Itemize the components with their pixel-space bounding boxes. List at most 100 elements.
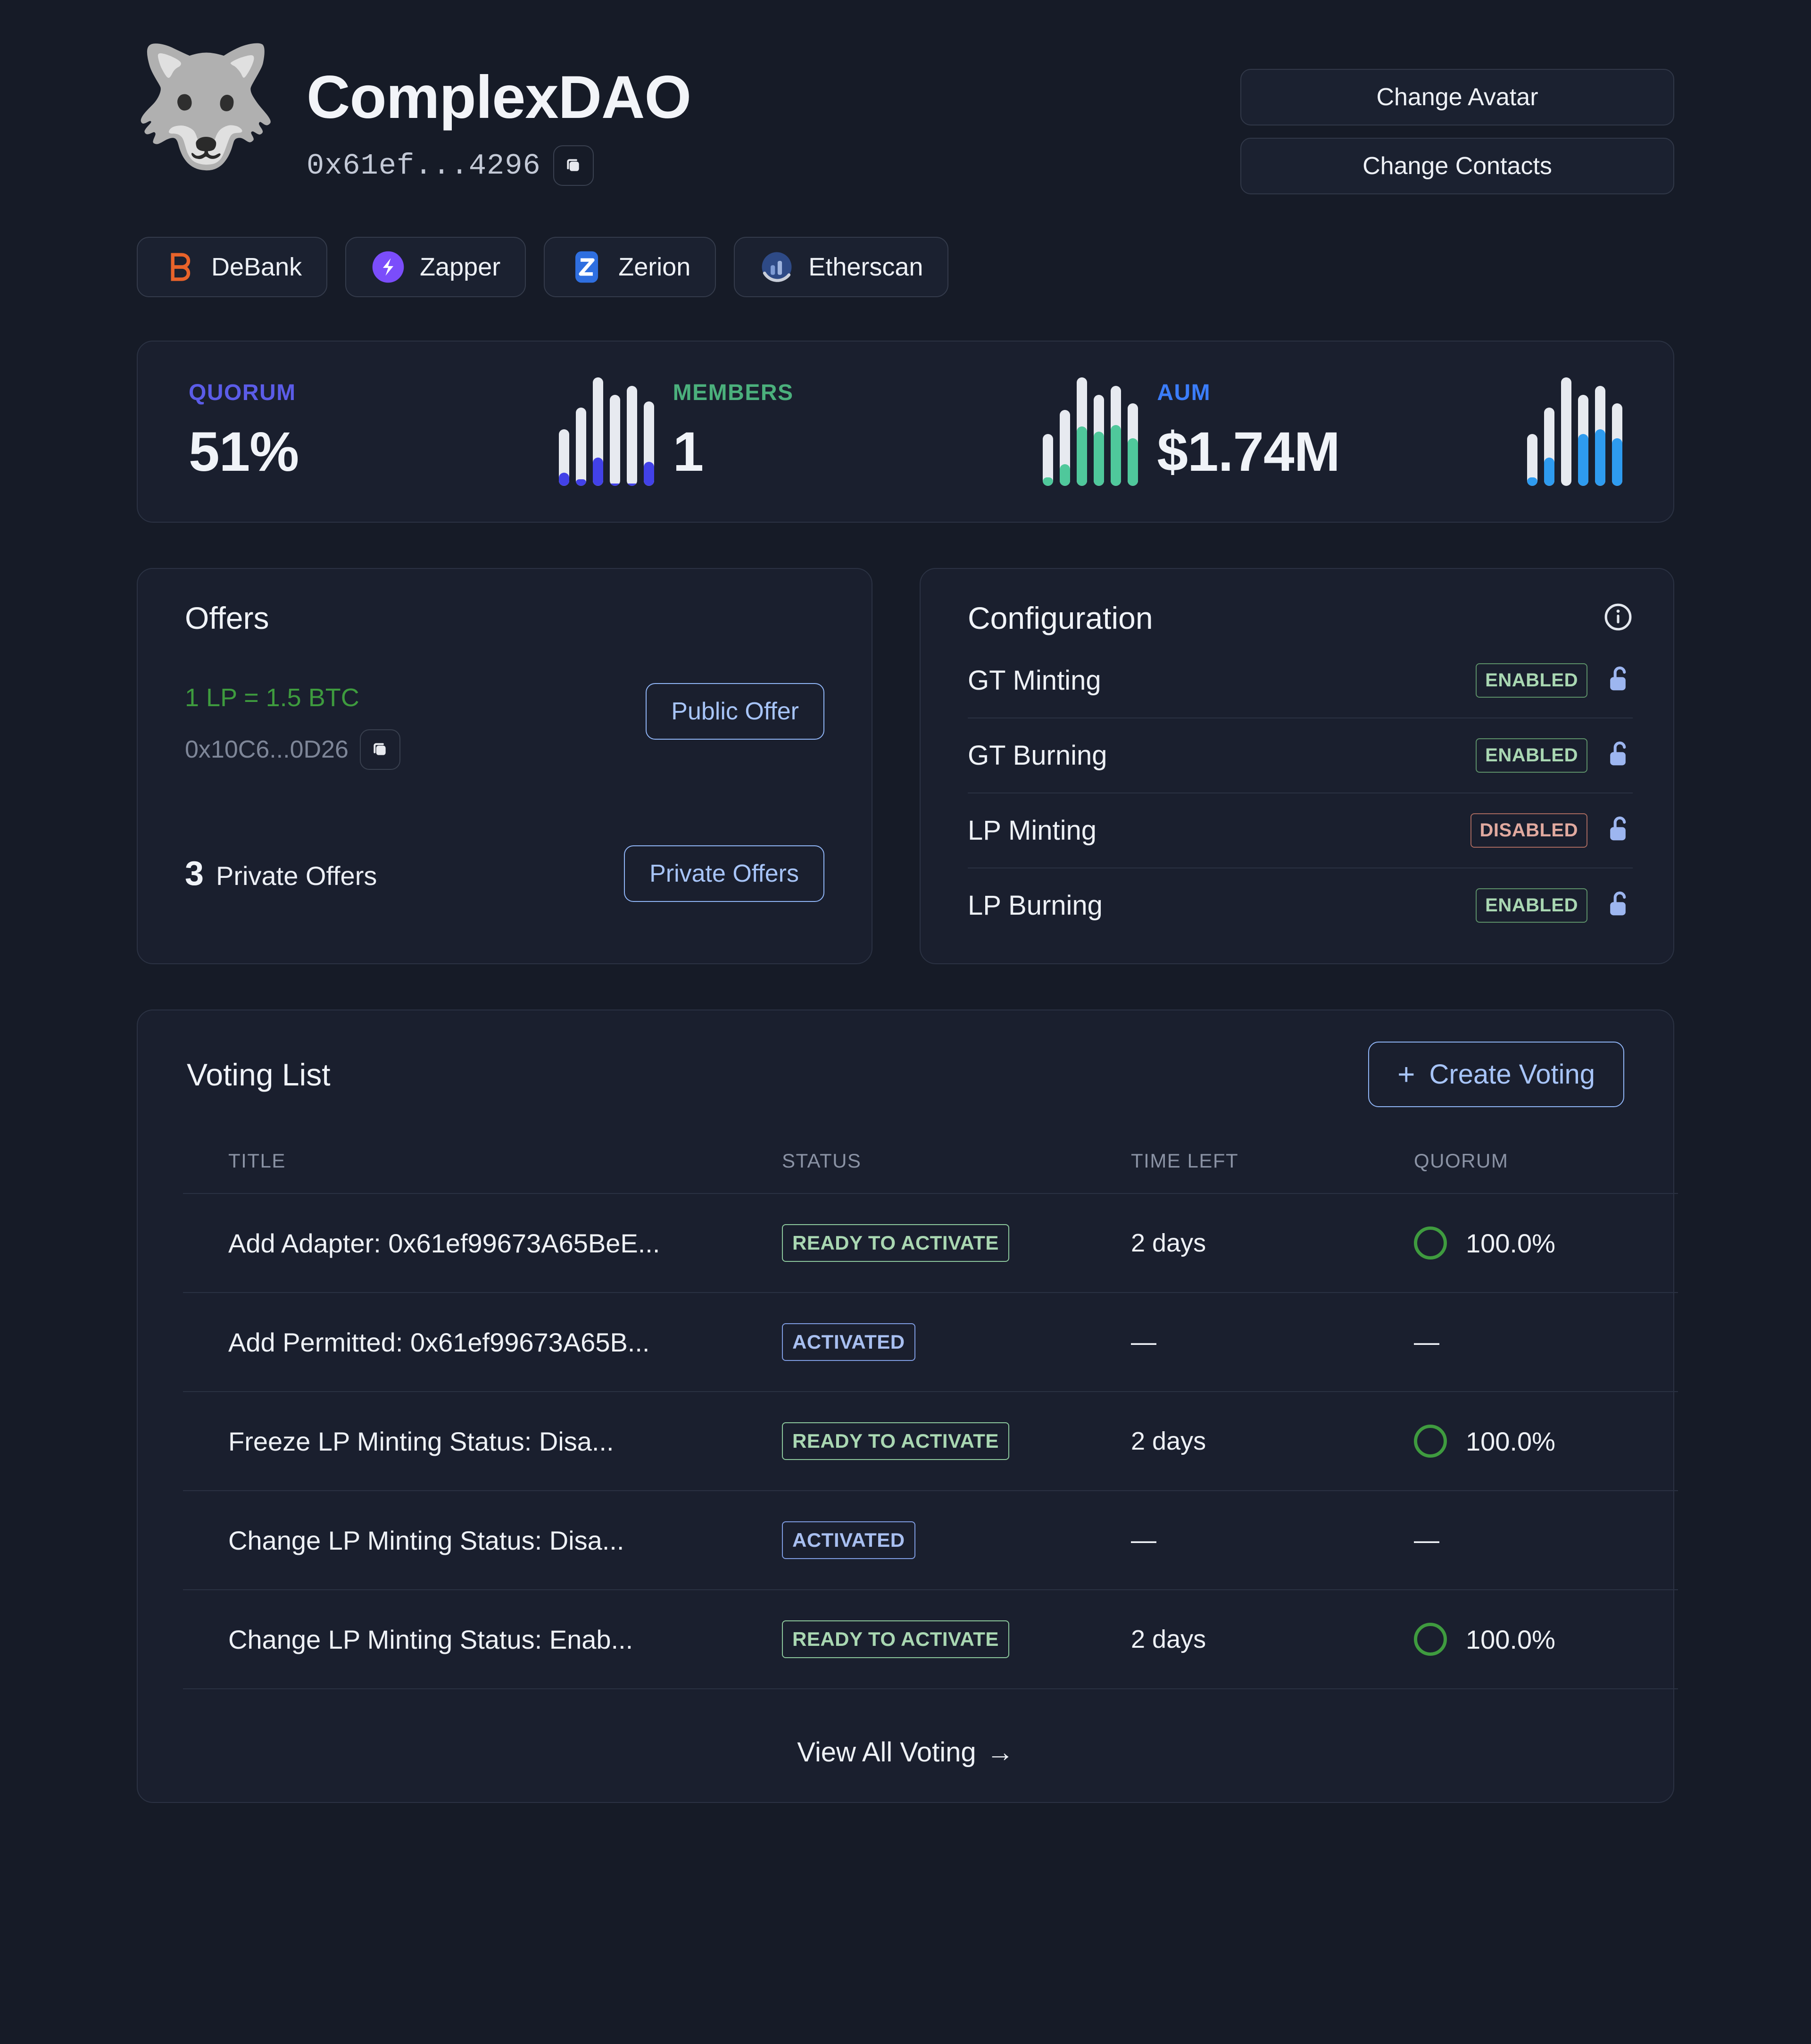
status-badge: DISABLED [1470,813,1587,848]
configuration-card: Configuration GT Minting ENABLED GT Burnin… [920,568,1674,964]
table-row[interactable]: Add Adapter: 0x61ef99673A65BeE... READY T… [183,1193,1678,1293]
link-chip-zerion[interactable]: Zerion [544,237,716,297]
public-offer-button[interactable]: Public Offer [646,683,824,740]
wolf-face-emoji-icon[interactable]: 🐺 [132,38,278,175]
configuration-row: LP Burning ENABLED [968,868,1633,932]
configuration-row-label: GT Burning [968,740,1107,771]
dao-address-row: 0x61ef...4296 [307,145,691,186]
private-offers-button[interactable]: Private Offers [624,845,824,902]
unlock-icon [1610,891,1626,916]
debank-icon [162,250,197,284]
sparkline-bar [626,386,637,486]
voting-list-title: Voting List [187,1057,331,1092]
dao-dashboard-page: 🐺 ComplexDAO 0x61ef...4296 Change Avatar… [0,0,1811,2044]
offers-card: Offers 1 LP = 1.5 BTC 0x10C6...0D26 Publ… [137,568,872,964]
sparkline-bar [643,401,654,486]
status-badge: ENABLED [1476,738,1587,773]
stat-label: QUORUM [189,380,296,405]
voting-title: Add Permitted: 0x61ef99673A65B... [228,1327,650,1357]
link-chip-etherscan[interactable]: Etherscan [734,237,949,297]
table-row[interactable]: Add Permitted: 0x61ef99673A65B... ACTIVAT… [183,1293,1678,1392]
stat-label: AUM [1157,380,1211,405]
unlock-icon [1610,741,1626,766]
unlock-icon-wrap[interactable] [1606,664,1633,697]
voting-title: Change LP Minting Status: Enab... [228,1624,633,1654]
column-header-status: STATUS [782,1150,1131,1194]
column-header-quorum: QUORUM [1414,1150,1678,1194]
table-row[interactable]: Change LP Minting Status: Enab... READY T… [183,1590,1678,1689]
sparkline-bar [1077,377,1088,486]
stat-quorum: QUORUM 51% [189,377,673,486]
status-badge: ENABLED [1476,663,1587,698]
quorum-value: 100.0% [1466,1426,1555,1456]
quorum-value: — [1414,1526,1439,1554]
view-all-voting[interactable]: View All Voting → [183,1736,1628,1768]
time-left-value: — [1131,1328,1156,1356]
zerion-icon [569,250,604,284]
link-chip-debank[interactable]: DeBank [137,237,328,297]
sparkline-bar [1578,394,1589,486]
dao-identity: 🐺 ComplexDAO 0x61ef...4296 [132,47,691,186]
copy-offer-address-button[interactable] [359,729,400,770]
table-row[interactable]: Change LP Minting Status: Disa... ACTIVAT… [183,1491,1678,1590]
configuration-row: GT Minting ENABLED [968,636,1633,718]
plus-icon: + [1397,1057,1415,1091]
unlock-icon [1610,666,1626,691]
link-chip-label: DeBank [211,253,302,281]
sparkline-bar [1595,386,1606,486]
configuration-row-label: GT Minting [968,665,1101,696]
status-badge: READY TO ACTIVATE [782,1620,1009,1658]
sparkline-bar [609,394,620,486]
stat-aum: AUM $1.74M [1157,377,1623,486]
external-links-row: DeBank Zapper Zerion Etherscan [137,237,1674,297]
dao-address: 0x61ef...4296 [307,149,541,183]
sparkline-bar [1612,403,1623,486]
sparkline-bar [1561,377,1572,486]
offer-address: 0x10C6...0D26 [185,736,349,763]
stat-label: MEMBERS [673,380,794,405]
unlock-icon-wrap[interactable] [1606,739,1633,772]
offer-rate: 1 LP = 1.5 BTC [185,684,359,712]
stat-value: 1 [673,420,704,483]
members-sparkline [1043,377,1138,486]
private-offers-count: 3 [185,855,204,893]
sparkline-bar [1111,386,1121,486]
unlock-icon-wrap[interactable] [1606,889,1633,922]
unlock-icon-wrap[interactable] [1606,814,1633,847]
sparkline-bar [1128,403,1138,486]
quorum-ring-icon [1414,1226,1447,1260]
page-header: 🐺 ComplexDAO 0x61ef...4296 Change Avatar… [132,47,1674,194]
info-circle-icon[interactable] [1603,602,1633,634]
copy-icon [374,743,386,755]
create-voting-button[interactable]: + Create Voting [1368,1042,1624,1107]
link-chip-zapper[interactable]: Zapper [345,237,526,297]
copy-address-button[interactable] [553,145,594,186]
header-actions: Change Avatar Change Contacts [1240,52,1674,194]
sparkline-bar [1043,434,1054,486]
sparkline-bar [558,429,569,486]
status-badge: ACTIVATED [782,1521,915,1559]
quorum-cell: 100.0% [1414,1425,1678,1458]
unlock-icon [1610,816,1626,841]
voting-list-card: Voting List + Create Voting TITLE STATUS… [137,1009,1678,1803]
quorum-ring-icon [1414,1623,1447,1656]
table-row[interactable]: Freeze LP Minting Status: Disa... READY T… [183,1392,1678,1491]
create-voting-label: Create Voting [1429,1059,1595,1090]
link-chip-label: Zerion [618,253,691,281]
quorum-value: 100.0% [1466,1624,1555,1654]
change-contacts-button[interactable]: Change Contacts [1240,138,1674,194]
time-left-value: 2 days [1131,1625,1206,1653]
status-badge: ACTIVATED [782,1323,915,1361]
status-badge: READY TO ACTIVATE [782,1224,1009,1262]
link-chip-label: Zapper [420,253,501,281]
arrow-right-icon: → [986,1737,1014,1768]
change-avatar-button[interactable]: Change Avatar [1240,69,1674,125]
stat-value: $1.74M [1157,420,1340,483]
aum-sparkline [1527,377,1623,486]
voting-table: TITLE STATUS TIME LEFT QUORUM Add Adapte… [183,1150,1678,1689]
quorum-ring-icon [1414,1425,1447,1458]
quorum-cell: — [1414,1526,1678,1555]
quorum-sparkline [558,377,654,486]
sparkline-bar [1527,434,1538,486]
zapper-icon [371,250,406,284]
